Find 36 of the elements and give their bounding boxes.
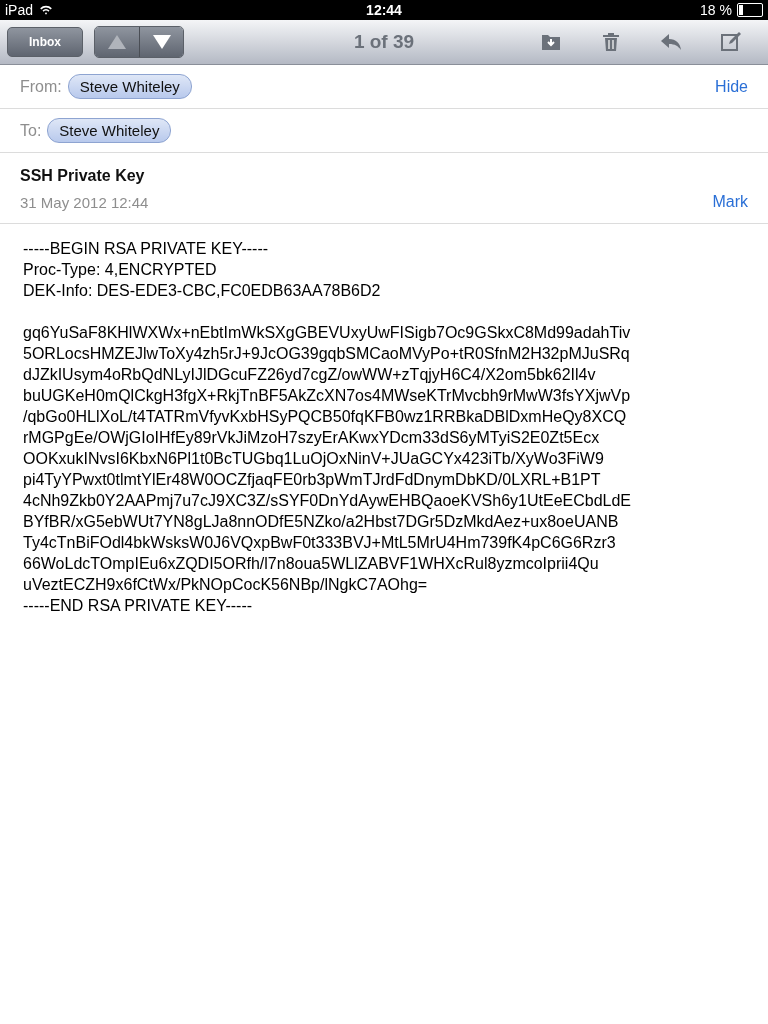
body-text-line: pi4TyYPwxt0tlmtYlEr48W0OCZfjaqFE0rb3pWmTJrdFdDnymDbKD/0LXRL+B1PT: [23, 470, 601, 490]
body-text-line: OOKxukINvsI6KbxN6Pl1t0BcTUGbq1LuOjOxNinV+JUaGCYx423iTb/XyWo3FiW9: [23, 449, 604, 469]
body-text-line: uVeztECZH9x6fCtWx/PkNOpCocK56NBp/lNgkC7AOhg=: [23, 575, 428, 595]
device-name: iPad: [5, 2, 34, 18]
recipient-chip[interactable]: Steve Whiteley: [47, 118, 172, 143]
down-triangle-icon: [151, 34, 172, 50]
body-text-line: -----BEGIN RSA PRIVATE KEY-----: [23, 239, 269, 259]
body-text-line: 4cNh9Zkb0Y2AAPmj7u7cJ9XC3Z/sSYF0DnYdAywEHBQaoeKVSh6y1UtEeECbdLdE: [23, 491, 631, 511]
body-text-line: /qbGo0HLlXoL/t4TATRmVfyvKxbHSyPQCB50fqKFB0wz1RRBkaDBlDxmHeQy8XCQ: [23, 407, 627, 427]
message-position: 1 of 39: [353, 31, 415, 52]
hide-link[interactable]: Hide: [715, 77, 748, 96]
up-triangle-icon: [107, 34, 127, 50]
clock: 12:44: [366, 2, 402, 18]
subject: SSH Private Key: [20, 167, 146, 185]
body-text-line: dJZkIUsym4oRbQdNLyIJlDGcuFZ26yd7cgZ/owWW+zTqjyH6C4/X2om5bk62Il4v: [23, 365, 596, 385]
body-text-line: buUGKeH0mQlCkgH3fgX+RkjTnBF5AkZcXN7os4MWseKTrMvcbh9rMwW3fsYXjwVp: [23, 386, 631, 406]
body-text-line: DEK-Info: DES-EDE3-CBC,FC0EDB63AA78B6D2: [23, 281, 381, 301]
battery-icon: [737, 3, 763, 17]
wifi-icon: [38, 3, 55, 17]
body-text-line: BYfBR/xG5ebWUt7YN8gLJa8nnODfE5NZko/a2Hbst7DGr5DzMkdAez+ux8oeUANB: [23, 512, 619, 532]
body-text-line: -----END RSA PRIVATE KEY-----: [23, 596, 253, 616]
inbox-button[interactable]: Inbox: [7, 27, 83, 57]
compose-icon: [719, 30, 743, 54]
body-text-line: 5ORLocsHMZEJlwToXy4zh5rJ+9JcOG39gqbSMCaoMVyPo+tR0SfnM2H32pMJuSRq: [23, 344, 630, 364]
body-text-line: 66WoLdcTOmpIEu6xZQDI5ORfh/l7n8oua5WLlZABVF1WHXcRul8yzmcoIprii4Qu: [23, 554, 599, 574]
mark-link[interactable]: Mark: [712, 193, 748, 211]
battery-percentage: 18 %: [700, 2, 732, 18]
body-text-line: gq6YuSaF8KHlWXWx+nEbtImWkSXgGBEVUxyUwFISigb7Oc9GSkxC8Md99adahTiv: [23, 323, 631, 343]
body-text-line: rMGPgEe/OWjGIoIHfEy89rVkJiMzoH7szyErAKwxYDcm33dS6yMTyiS2E0Zt5Ecx: [23, 428, 600, 448]
sender-chip[interactable]: Steve Whiteley: [67, 74, 192, 99]
next-button[interactable]: [139, 27, 183, 57]
message-date: 31 May 2012 12:44: [20, 193, 149, 211]
from-label: From:: [20, 77, 62, 96]
body-text-line: Proc-Type: 4,ENCRYPTED: [23, 260, 217, 280]
body-text-line: Ty4cTnBiFOdl4bkWsksW0J6VQxpBwF0t333BVJ+MtL5MrU4Hm739fK4pC6G6Rzr3: [23, 533, 616, 553]
to-label: To:: [20, 121, 42, 140]
